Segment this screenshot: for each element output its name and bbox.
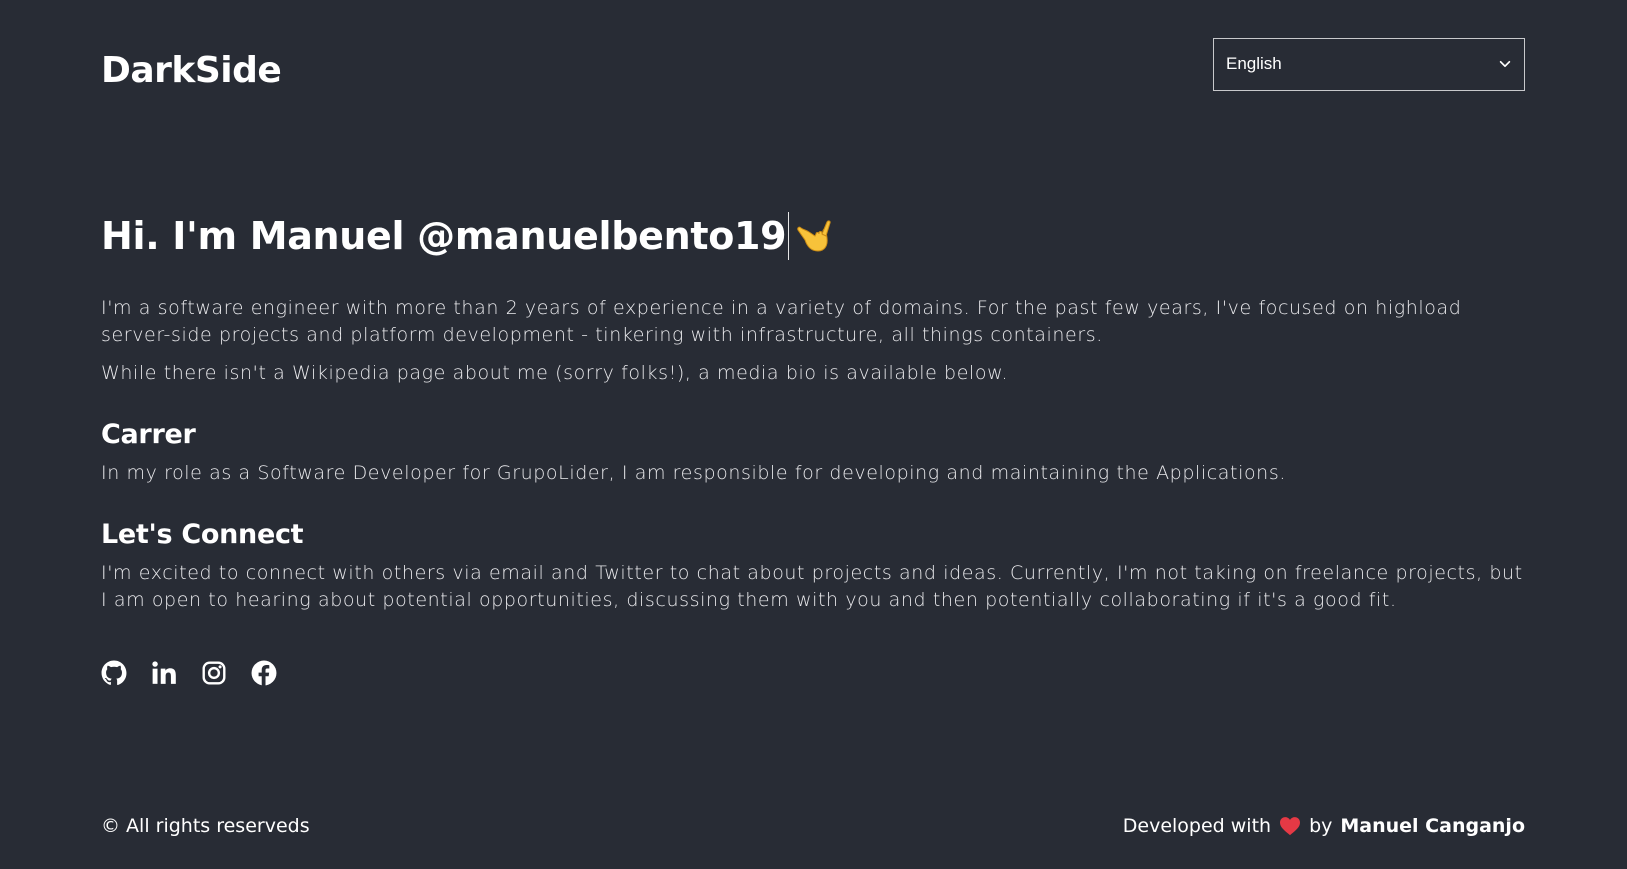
github-link[interactable] <box>101 660 127 686</box>
by-text: by <box>1309 815 1333 837</box>
copyright-text: © All rights reserveds <box>101 815 310 837</box>
call-me-hand-emoji-icon <box>797 220 832 252</box>
footer: © All rights reserveds Developed with by… <box>101 815 1525 837</box>
connect-text: I'm excited to connect with others via e… <box>101 562 1523 611</box>
career-text: In my role as a Software Developer for G… <box>101 462 1286 484</box>
connect-heading: Let's Connect <box>101 519 304 550</box>
hero-greeting: Hi. I'm Manuel @manuelbento19 <box>101 214 787 258</box>
career-heading: Carrer <box>101 419 196 450</box>
main-content: Hi. I'm Manuel @manuelbento19 I'm a soft… <box>101 145 1525 686</box>
instagram-icon <box>202 661 226 685</box>
credits: Developed with by Manuel Canganjo <box>1123 815 1525 837</box>
linkedin-link[interactable] <box>151 660 177 686</box>
page: DarkSide English Hi. I'm Manuel @manuelb… <box>0 0 1627 869</box>
hero-heading: Hi. I'm Manuel @manuelbento19 <box>101 211 1525 261</box>
author-name[interactable]: Manuel Canganjo <box>1340 815 1525 837</box>
language-select-value: English <box>1226 54 1282 73</box>
brand-logo[interactable]: DarkSide <box>101 50 282 91</box>
typing-caret <box>788 212 790 260</box>
facebook-icon <box>251 660 277 686</box>
language-select[interactable]: English <box>1213 37 1525 91</box>
social-links <box>101 660 1525 686</box>
github-icon <box>101 660 127 685</box>
top-bar: DarkSide English <box>101 0 1525 145</box>
intro-paragraph-2: While there isn't a Wikipedia page about… <box>101 362 1009 384</box>
facebook-link[interactable] <box>251 660 277 686</box>
heart-icon <box>1280 817 1301 836</box>
chevron-down-icon <box>1499 60 1511 67</box>
developed-with-text: Developed with <box>1122 815 1272 837</box>
intro-paragraph-1: I'm a software engineer with more than 2… <box>101 297 1462 346</box>
instagram-link[interactable] <box>201 660 227 686</box>
linkedin-icon <box>152 661 176 684</box>
